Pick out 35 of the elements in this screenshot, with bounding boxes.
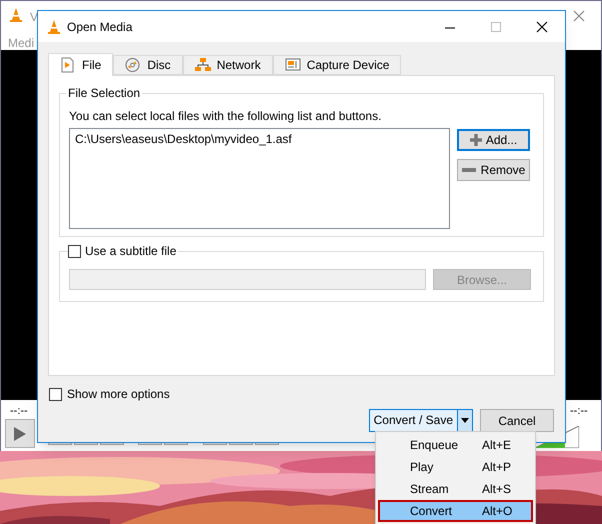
window-title: V	[30, 9, 38, 26]
menu-item[interactable]: Stream Alt+S	[378, 478, 533, 500]
play-button[interactable]	[5, 419, 35, 448]
checkbox[interactable]	[68, 244, 81, 258]
add-button[interactable]: Add...	[457, 129, 530, 151]
vlc-cone-icon	[46, 18, 62, 34]
checkbox-label: Use a subtitle file	[81, 244, 178, 258]
network-icon	[194, 57, 211, 73]
group-title: File Selection	[66, 86, 142, 100]
remove-button[interactable]: Remove	[457, 159, 530, 181]
menu-item[interactable]: Convert Alt+O	[378, 500, 533, 522]
tab[interactable]: File	[48, 53, 114, 76]
disc-icon	[125, 57, 142, 73]
dialog-title: Open Media	[67, 18, 134, 36]
checkbox[interactable]	[49, 388, 62, 400]
elapsed-time: --:--	[10, 404, 28, 419]
play-file-icon	[60, 57, 76, 73]
capture-card-icon	[284, 57, 301, 73]
total-time: --:--	[570, 404, 588, 419]
close-icon[interactable]	[536, 20, 548, 32]
tab[interactable]: Network	[182, 55, 273, 75]
file-list-item[interactable]: C:\Users\easeus\Desktop\myvideo_1.asf	[75, 132, 444, 146]
plus-icon	[470, 134, 482, 146]
play-icon	[13, 426, 27, 442]
minus-icon	[462, 167, 476, 173]
vlc-cone-icon	[8, 7, 24, 23]
menu-item[interactable]: Enqueue Alt+E	[378, 434, 533, 456]
tab[interactable]: Disc	[113, 55, 183, 75]
tab[interactable]: Capture Device	[272, 55, 402, 75]
cancel-button[interactable]: Cancel	[480, 409, 554, 432]
hint-text: You can select local files with the following list and buttons.	[69, 109, 382, 123]
file-list[interactable]: C:\Users\easeus\Desktop\myvideo_1.asf	[69, 128, 450, 229]
caret-icon	[461, 418, 469, 423]
checkbox-label: Show more options	[67, 387, 170, 401]
convert-save-button[interactable]: Convert / Save	[368, 409, 473, 432]
